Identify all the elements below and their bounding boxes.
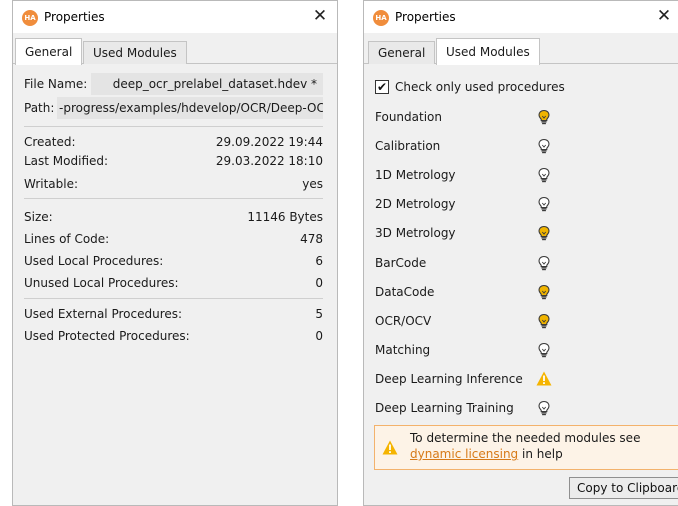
check-only-used-label: Check only used procedures [395, 80, 565, 94]
tab-strip: General Used Modules [13, 38, 337, 65]
path-label: Path: [24, 101, 55, 115]
module-name: Foundation [375, 110, 442, 124]
module-row: Deep Learning Training [375, 398, 595, 418]
file-name-value: deep_ocr_prelabel_dataset.hdev * [91, 73, 323, 95]
unused-local-procedures-label: Unused Local Procedures: [24, 276, 179, 290]
module-name: 2D Metrology [375, 197, 456, 211]
copy-to-clipboard-button[interactable]: Copy to Clipboard [569, 477, 678, 499]
separator [24, 126, 323, 127]
bulb-on-icon [538, 284, 550, 300]
module-name: Deep Learning Training [375, 401, 514, 415]
tab-general[interactable]: General [15, 38, 83, 65]
created-row: Created: 29.09.2022 19:44 [24, 133, 323, 151]
window-title: Properties [395, 10, 456, 24]
title-bar[interactable]: HA Properties ✕ [364, 1, 678, 33]
close-button[interactable]: ✕ [307, 5, 333, 29]
path-value: -progress/examples/hdevelop/OCR/Deep-OCR [57, 97, 323, 119]
size-label: Size: [24, 210, 53, 224]
check-only-used-checkbox[interactable]: ✔ [375, 80, 389, 94]
module-row: 3D Metrology [375, 223, 595, 243]
halcon-app-icon: HA [22, 10, 38, 26]
used-protected-procedures-value: 0 [315, 329, 323, 343]
properties-window-used-modules: HA Properties ✕ General Used Modules ✔ C… [363, 0, 678, 506]
module-row: 1D Metrology [375, 165, 595, 185]
used-protected-procedures-row: Used Protected Procedures: 0 [24, 327, 323, 345]
halcon-app-icon: HA [373, 10, 389, 26]
used-external-procedures-value: 5 [315, 307, 323, 321]
created-value: 29.09.2022 19:44 [215, 135, 323, 149]
module-row: OCR/OCV [375, 311, 595, 331]
module-name: 3D Metrology [375, 226, 456, 240]
bulb-on-icon [538, 225, 550, 241]
general-panel: File Name: deep_ocr_prelabel_dataset.hde… [13, 64, 337, 505]
warning-icon [536, 371, 552, 386]
used-protected-procedures-label: Used Protected Procedures: [24, 329, 190, 343]
path-row: Path: -progress/examples/hdevelop/OCR/De… [24, 97, 323, 119]
title-bar[interactable]: HA Properties ✕ [13, 1, 337, 33]
tab-used-modules[interactable]: Used Modules [436, 38, 540, 65]
unused-local-procedures-row: Unused Local Procedures: 0 [24, 274, 323, 292]
separator [24, 198, 323, 199]
bulb-off-icon [538, 255, 550, 271]
warning-icon [382, 440, 398, 455]
dynamic-licensing-link[interactable]: dynamic licensing [410, 447, 518, 461]
created-label: Created: [24, 135, 76, 149]
size-value: 11146 Bytes [247, 210, 323, 224]
properties-window-general: HA Properties ✕ General Used Modules Fil… [12, 0, 338, 506]
used-modules-panel: ✔ Check only used procedures Foundation C… [364, 64, 678, 505]
lines-of-code-label: Lines of Code: [24, 232, 110, 246]
module-name: Calibration [375, 139, 441, 153]
used-local-procedures-row: Used Local Procedures: 6 [24, 252, 323, 270]
bulb-on-icon [538, 109, 550, 125]
module-row: 2D Metrology [375, 194, 595, 214]
module-name: DataCode [375, 285, 435, 299]
used-local-procedures-label: Used Local Procedures: [24, 254, 164, 268]
bulb-off-icon [538, 196, 550, 212]
module-name: 1D Metrology [375, 168, 456, 182]
module-name: OCR/OCV [375, 314, 432, 328]
licensing-help-box: To determine the needed modules see dyna… [374, 425, 678, 470]
separator [24, 298, 323, 299]
file-name-label: File Name: [24, 77, 88, 91]
module-row: BarCode [375, 253, 595, 273]
used-external-procedures-label: Used External Procedures: [24, 307, 183, 321]
file-name-row: File Name: deep_ocr_prelabel_dataset.hde… [24, 73, 323, 95]
bulb-off-icon [538, 138, 550, 154]
module-name: Matching [375, 343, 431, 357]
help-text-line-1: To determine the needed modules see [410, 431, 641, 445]
unused-local-procedures-value: 0 [315, 276, 323, 290]
last-modified-row: Last Modified: 29.03.2022 18:10 [24, 152, 323, 170]
module-row: DataCode [375, 282, 595, 302]
module-row: Matching [375, 340, 595, 360]
used-local-procedures-value: 6 [315, 254, 323, 268]
help-text-suffix: in help [518, 447, 563, 461]
help-text: To determine the needed modules see dyna… [410, 430, 640, 462]
bulb-on-icon [538, 313, 550, 329]
writable-label: Writable: [24, 177, 79, 191]
bulb-off-icon [538, 400, 550, 416]
tab-strip: General Used Modules [364, 38, 678, 65]
writable-row: Writable: yes [24, 175, 323, 193]
tab-used-modules[interactable]: Used Modules [83, 41, 187, 64]
module-row: Foundation [375, 107, 595, 127]
last-modified-label: Last Modified: [24, 154, 109, 168]
lines-of-code-row: Lines of Code: 478 [24, 230, 323, 248]
size-row: Size: 11146 Bytes [24, 208, 323, 226]
lines-of-code-value: 478 [300, 232, 323, 246]
writable-value: yes [302, 177, 323, 191]
used-external-procedures-row: Used External Procedures: 5 [24, 305, 323, 323]
bulb-off-icon [538, 167, 550, 183]
module-name: BarCode [375, 256, 427, 270]
tab-general[interactable]: General [368, 41, 436, 64]
close-button[interactable]: ✕ [651, 5, 677, 29]
module-row: Deep Learning Inference [375, 369, 595, 389]
module-row: Calibration [375, 136, 595, 156]
module-name: Deep Learning Inference [375, 372, 523, 386]
help-text-line-2: dynamic licensing in help [410, 446, 640, 462]
last-modified-value: 29.03.2022 18:10 [215, 154, 323, 168]
window-title: Properties [44, 10, 105, 24]
bulb-off-icon [538, 342, 550, 358]
